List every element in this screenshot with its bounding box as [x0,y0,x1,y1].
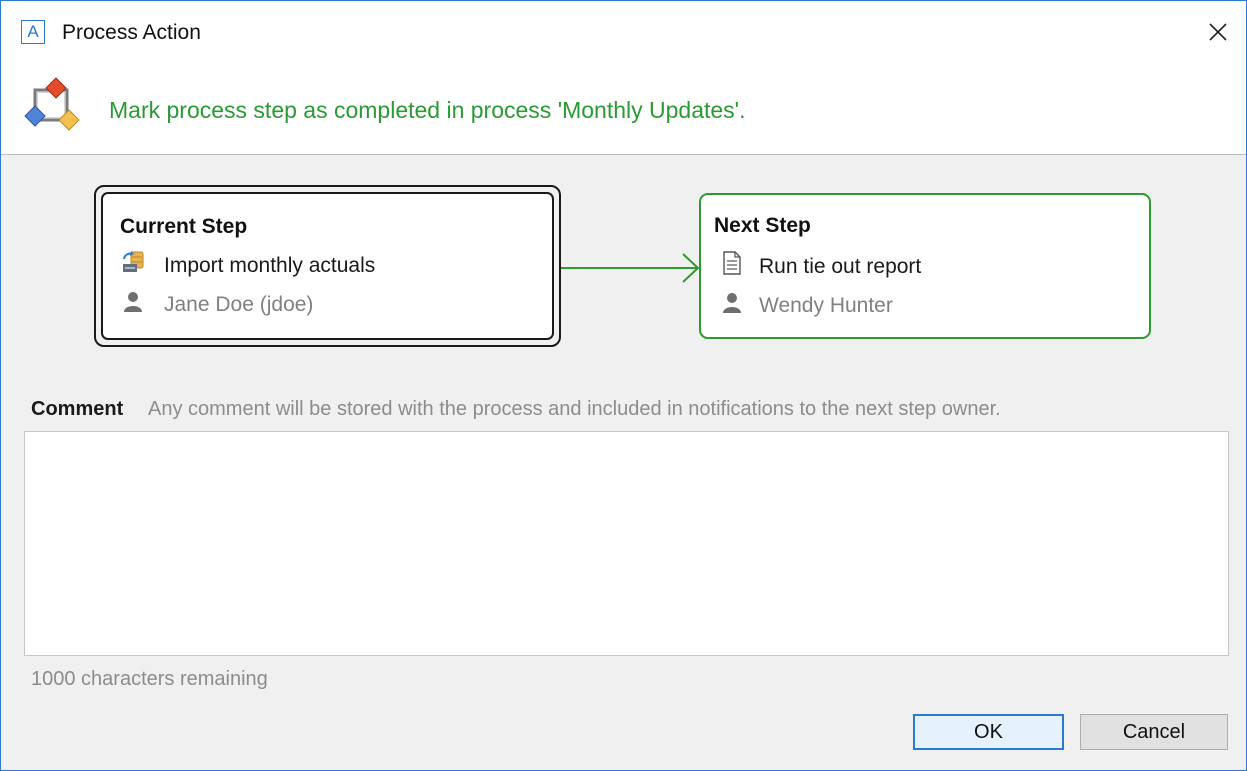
comment-hint: Any comment will be stored with the proc… [148,398,1001,420]
window-title: Process Action [62,21,201,44]
next-step-card: Next Step Run tie out report Wendy Hunte… [699,193,1151,339]
current-step-heading: Current Step [120,215,248,238]
process-action-dialog: A Process Action Mark process step as co… [0,0,1247,771]
dialog-header: Mark process step as completed in proces… [1,63,1246,155]
import-data-icon [123,251,144,272]
current-step-task: Import monthly actuals [164,254,376,277]
comment-input[interactable] [24,431,1229,656]
title-bar: A Process Action [1,1,1246,63]
header-message: Mark process step as completed in proces… [109,97,746,123]
user-icon [723,293,741,313]
process-diagram-icon [24,77,80,131]
cancel-button[interactable]: Cancel [1080,714,1228,750]
characters-remaining: 1000 characters remaining [31,668,268,690]
app-logo-icon: A [21,20,45,44]
close-icon [1209,23,1227,41]
close-button[interactable] [1191,9,1241,55]
comment-label: Comment [31,398,124,420]
next-step-owner: Wendy Hunter [759,294,893,317]
user-icon [124,292,142,312]
step-transition-arrow [561,253,700,283]
report-icon [723,251,741,275]
next-step-heading: Next Step [714,214,811,237]
ok-button[interactable]: OK [913,714,1064,750]
current-step-card: Current Step Import monthly actuals Jane… [94,185,561,347]
current-step-owner: Jane Doe (jdoe) [164,293,314,316]
next-step-task: Run tie out report [759,255,922,278]
